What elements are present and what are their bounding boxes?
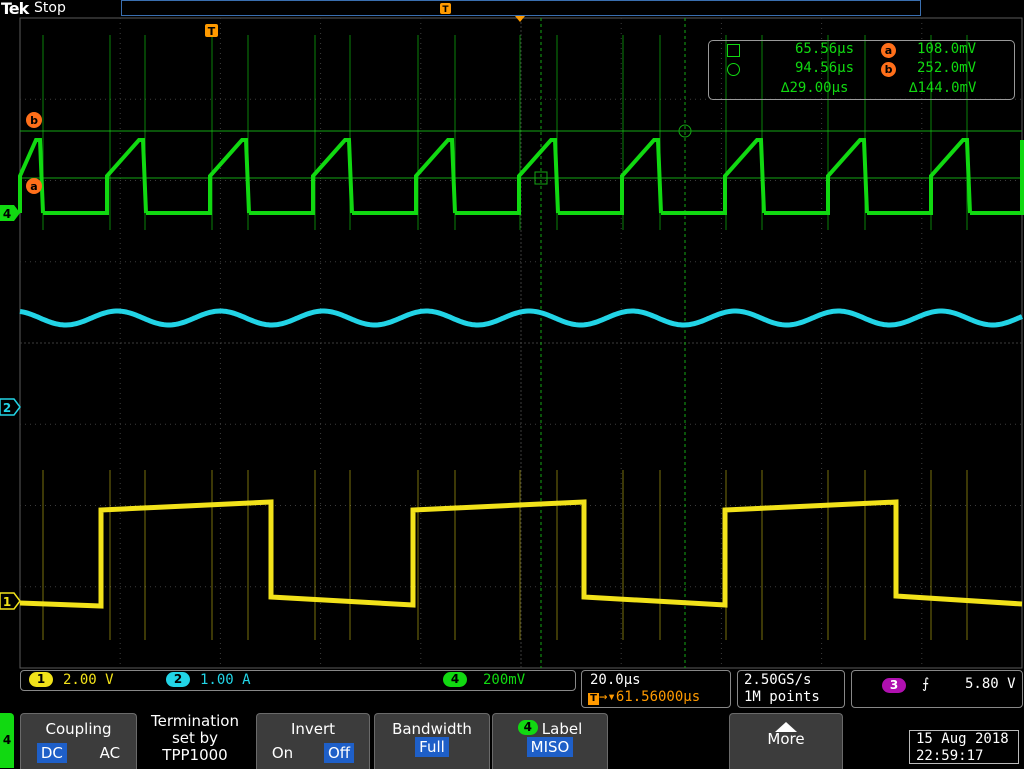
date-time: 15 Aug 2018 22:59:17 xyxy=(909,730,1019,764)
invert-on-option[interactable]: On xyxy=(272,744,293,762)
trigger-position-marker[interactable]: T xyxy=(205,24,218,38)
coupling-dc-option[interactable]: DC xyxy=(36,743,67,763)
date: 15 Aug 2018 xyxy=(916,731,1009,747)
ch2-ground-marker[interactable]: 2 xyxy=(0,398,21,416)
coupling-ac-option[interactable]: AC xyxy=(100,744,120,762)
svg-text:b: b xyxy=(30,114,38,127)
cursor-a-marker[interactable]: a xyxy=(26,178,42,194)
time: 22:59:17 xyxy=(916,748,984,764)
delta-time: ∆29.00µs xyxy=(781,80,849,96)
circle-cursor-icon xyxy=(727,63,740,80)
label-button[interactable]: 4 Label MISO xyxy=(492,713,608,769)
sample-rate: 2.50GS/s xyxy=(744,672,812,688)
rising-edge-icon: ⨍ xyxy=(922,676,930,692)
horizontal-panel[interactable]: 20.0µs T →▾61.56000µs xyxy=(581,670,731,708)
svg-text:4: 4 xyxy=(3,207,11,221)
record-length: 1M points xyxy=(744,689,820,705)
cursor-b-badge-icon: b xyxy=(881,61,896,77)
delta-volts: ∆144.0mV xyxy=(909,80,977,96)
horizontal-position: T →▾61.56000µs xyxy=(588,689,700,705)
svg-text:2: 2 xyxy=(3,401,11,415)
invert-off-option[interactable]: Off xyxy=(323,743,355,763)
ch4-scale[interactable]: 4 200mV xyxy=(443,672,525,688)
graticule xyxy=(19,17,1023,669)
svg-text:T: T xyxy=(208,25,216,38)
square-cursor-icon xyxy=(727,44,740,61)
svg-text:1: 1 xyxy=(3,595,11,609)
svg-text:a: a xyxy=(30,180,37,193)
coupling-button[interactable]: Coupling DC AC xyxy=(20,713,137,769)
ch1-ground-marker[interactable]: 1 xyxy=(0,592,21,610)
side-channel-tab[interactable]: 4 xyxy=(0,713,14,768)
cursor-1-time: 65.56µs xyxy=(795,41,855,57)
channel-scale-bar: 1 2.00 V 2 1.00 A 4 200mV xyxy=(20,670,576,691)
cursor-b-marker[interactable]: b xyxy=(26,112,42,128)
invert-button[interactable]: Invert On Off xyxy=(256,713,370,769)
label-value: MISO xyxy=(526,737,574,757)
ch2-scale[interactable]: 2 1.00 A xyxy=(166,672,251,688)
bandwidth-button[interactable]: Bandwidth Full xyxy=(374,713,490,769)
trigger-panel[interactable]: 3 ⨍ 5.80 V xyxy=(851,670,1023,708)
ch4-ground-marker[interactable]: 4 xyxy=(0,205,20,221)
acquisition-panel[interactable]: 2.50GS/s 1M points xyxy=(737,670,845,708)
glitch-spikes xyxy=(42,35,968,640)
more-button[interactable]: More xyxy=(729,713,843,769)
up-arrow-icon xyxy=(730,718,842,732)
trigger-top-marker: T xyxy=(440,3,525,22)
cursor-b-value: 252.0mV xyxy=(917,60,977,76)
trigger-source: 3 xyxy=(882,678,916,694)
cursor-a-badge-icon: a xyxy=(881,42,896,58)
cursor-readout: 65.56µs a 108.0mV 94.56µs b 252.0mV ∆29.… xyxy=(708,40,1015,100)
trigger-t-icon: T xyxy=(588,693,599,705)
svg-text:T: T xyxy=(442,5,449,15)
horizontal-scale: 20.0µs xyxy=(590,672,641,688)
ch1-scale[interactable]: 1 2.00 V xyxy=(29,672,114,688)
arrow-icon: →▾ xyxy=(599,689,616,705)
waveform-display[interactable]: T T b a 4 2 1 xyxy=(0,0,1024,670)
cursor-a-value: 108.0mV xyxy=(917,41,977,57)
termination-info: Termination set by TPP1000 xyxy=(151,712,239,764)
trigger-level: 5.80 V xyxy=(965,676,1016,692)
trigger-arrow-icon xyxy=(515,16,525,22)
cursor-2-time: 94.56µs xyxy=(795,60,855,76)
bandwidth-value: Full xyxy=(415,737,449,757)
